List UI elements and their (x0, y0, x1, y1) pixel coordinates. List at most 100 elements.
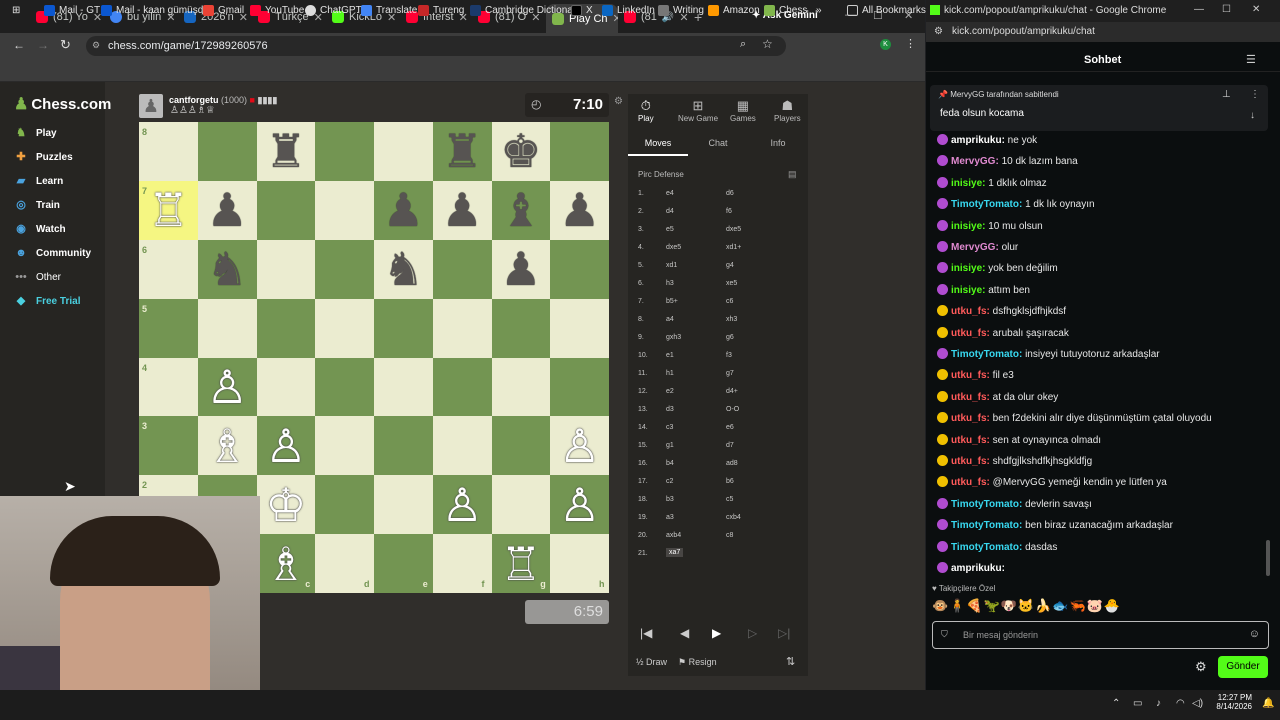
square-e8[interactable] (374, 122, 433, 181)
bookmark-cambridge[interactable]: Cambridge Dictiona... (470, 5, 581, 16)
nav-learn[interactable]: ▰ Learn (14, 175, 63, 187)
nav-play[interactable]: ♞ Play (14, 127, 57, 139)
square-f6[interactable] (432, 239, 492, 299)
apps-icon[interactable]: ⊞ (12, 5, 20, 16)
white-move[interactable]: b5+ (666, 298, 678, 305)
chat-username[interactable]: TimotyTomato: (951, 520, 1022, 531)
chat-username[interactable]: inisiye: (951, 285, 985, 296)
chat-message[interactable]: TimotyTomato: devlerin savaşı (937, 497, 1092, 510)
panel-tab-new-game[interactable]: ⊞ New Game (678, 98, 718, 123)
bookmark-amazon[interactable]: Amazon (708, 5, 760, 16)
black-move[interactable]: dxe5 (726, 226, 741, 233)
square-c4[interactable] (256, 357, 316, 417)
black-move[interactable]: O-O (726, 406, 739, 413)
flip-board-icon[interactable]: ⇅ (786, 655, 795, 668)
black-move[interactable]: d4+ (726, 388, 738, 395)
send-button[interactable]: Gönder (1218, 656, 1268, 678)
bookmark-tureng[interactable]: Tureng (418, 5, 464, 16)
white-king-icon[interactable]: ♔ (257, 475, 316, 534)
black-move[interactable]: cxb4 (726, 514, 741, 521)
chat-message[interactable]: utku_fs: dsfhgklsjdfhjkdsf (937, 305, 1066, 317)
black-move[interactable]: d6 (726, 190, 734, 197)
chat-message[interactable]: inisiye: attım ben (937, 283, 1030, 296)
black-pawn-icon[interactable]: ♟ (433, 181, 492, 240)
chat-message[interactable]: utku_fs: sen at oynayınca olmadı (937, 433, 1101, 446)
square-c7[interactable] (256, 180, 316, 240)
white-move[interactable]: e5 (666, 226, 674, 233)
profile-avatar[interactable]: K (880, 39, 891, 50)
chess-logo[interactable]: ♟ Chess.com (14, 94, 111, 114)
users-icon[interactable]: ☰ (1246, 53, 1256, 66)
nav-train[interactable]: ◎ Train (14, 199, 60, 211)
chat-message[interactable]: inisiye: yok ben değilim (937, 262, 1058, 274)
nav-free-trial[interactable]: ◆ Free Trial (14, 295, 81, 307)
chat-message[interactable]: amprikuku: ne yok (937, 134, 1037, 146)
white-move[interactable]: e4 (666, 190, 674, 197)
panel-tab-games[interactable]: ▦ Games (730, 98, 756, 123)
prev-move-button[interactable]: ◀ (680, 626, 689, 640)
chat-message[interactable]: amprikuku: (937, 562, 1005, 574)
black-rook-icon[interactable]: ♜ (433, 122, 492, 181)
black-pawn-icon[interactable]: ♟ (492, 240, 551, 299)
square-a8[interactable] (139, 122, 198, 181)
zoom-icon[interactable]: ⌕ (740, 38, 746, 51)
white-pawn-icon[interactable]: ♙ (433, 475, 492, 534)
chat-username[interactable]: inisiye: (951, 221, 985, 232)
white-pawn-icon[interactable]: ♙ (198, 358, 257, 417)
chat-scrollbar[interactable] (1266, 540, 1270, 576)
chat-message[interactable]: utku_fs: at da olur okey (937, 390, 1058, 403)
chat-message[interactable]: TimotyTomato: ben biraz uzanacağım arkad… (937, 519, 1173, 531)
bookmark-translate[interactable]: Translate (361, 5, 417, 16)
panel-tab-play[interactable]: ⏱ Play (638, 98, 654, 123)
square-a3[interactable] (139, 416, 198, 476)
square-g5[interactable] (491, 298, 551, 358)
square-g4[interactable] (491, 357, 551, 417)
minimize-icon[interactable]: — (1194, 4, 1204, 15)
square-f5[interactable] (432, 298, 492, 358)
black-move[interactable]: c5 (726, 496, 733, 503)
microphone-icon[interactable]: ♪ (1156, 698, 1161, 709)
opponent-avatar[interactable]: ♟ (139, 94, 163, 118)
chat-username[interactable]: utku_fs: (951, 456, 990, 467)
draw-button[interactable]: ½ Draw (636, 657, 667, 667)
nav-other[interactable]: ••• Other (14, 271, 61, 283)
square-d7[interactable] (315, 180, 374, 240)
chat-message[interactable]: utku_fs: ben f2dekini alır diye düşünmüş… (937, 412, 1212, 424)
board-settings-icon[interactable]: ⚙ (614, 96, 623, 107)
black-pawn-icon[interactable]: ♟ (550, 181, 609, 240)
black-move[interactable]: g6 (726, 334, 734, 341)
white-move[interactable]: xa7 (666, 548, 684, 557)
white-move[interactable]: gxh3 (666, 334, 681, 341)
nav-watch[interactable]: ◉ Watch (14, 223, 65, 235)
emoji-icon[interactable]: ☺ (1249, 628, 1260, 640)
square-a4[interactable] (139, 357, 198, 417)
chat-username[interactable]: utku_fs: (951, 328, 990, 339)
chat-username[interactable]: TimotyTomato: (951, 542, 1022, 553)
chat-message[interactable]: utku_fs: fil e3 (937, 369, 1014, 381)
white-move[interactable]: b4 (666, 460, 674, 467)
bookmark-gmail[interactable]: Gmail (203, 5, 244, 16)
white-rook-icon[interactable]: ♖ (492, 534, 551, 593)
chat-username[interactable]: utku_fs: (951, 306, 990, 317)
square-d8[interactable] (315, 122, 374, 181)
bookmark-writing[interactable]: Writing (658, 5, 704, 16)
notification-icon[interactable]: 🔔 (1262, 698, 1274, 709)
camera-icon[interactable]: ▭ (1133, 698, 1142, 709)
white-bishop-icon[interactable]: ♗ (257, 534, 316, 593)
chat-username[interactable]: inisiye: (951, 263, 985, 274)
square-f3[interactable] (432, 416, 492, 476)
bookmark-linkedin[interactable]: LinkedIn (602, 5, 655, 16)
black-pawn-icon[interactable]: ♟ (374, 181, 433, 240)
black-move[interactable]: d7 (726, 442, 734, 449)
square-e2[interactable] (374, 475, 433, 535)
black-move[interactable]: c6 (726, 298, 733, 305)
white-move[interactable]: a3 (666, 514, 674, 521)
chat-username[interactable]: amprikuku: (951, 563, 1005, 574)
bookmark-youtube[interactable]: YouTube (250, 5, 304, 16)
black-move[interactable]: xd1+ (726, 244, 741, 251)
star-icon[interactable]: ☆ (762, 37, 773, 51)
panel-tab-players[interactable]: ☗ Players (774, 98, 801, 123)
clock[interactable]: 12:27 PM 8/14/2026 (1212, 693, 1252, 711)
white-move[interactable]: dxe5 (666, 244, 681, 251)
chat-username[interactable]: inisiye: (951, 178, 985, 189)
